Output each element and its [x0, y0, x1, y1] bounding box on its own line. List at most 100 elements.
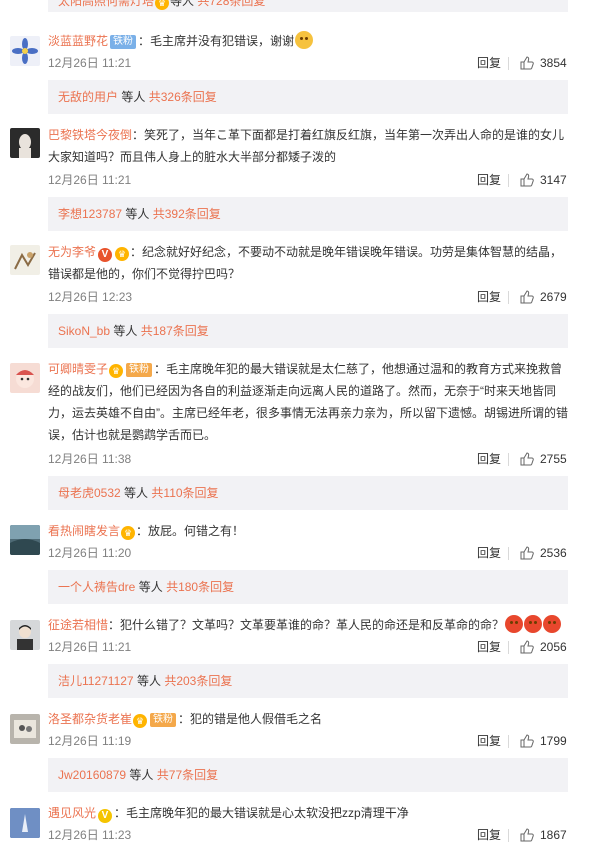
- avatar[interactable]: [10, 620, 40, 650]
- comment-user-link[interactable]: 征途若相惜: [48, 618, 108, 632]
- avatar[interactable]: [10, 245, 40, 275]
- thumbs-up-icon: [520, 290, 534, 304]
- reply-button[interactable]: 回复: [477, 733, 501, 749]
- replies-summary[interactable]: 一个人祷告dre 等人 共180条回复: [48, 570, 568, 604]
- like-button[interactable]: 1799: [520, 733, 567, 749]
- reply-user-link[interactable]: 李想123787: [58, 207, 122, 221]
- comment-text: 可卿晴雯子 ♛ 铁粉 ：毛主席晚年犯的最大错误就是太仁慈了，他想通过温和的教育方式来挽…: [48, 358, 570, 446]
- reply-button[interactable]: 回复: [477, 827, 501, 843]
- others-label: 等人: [138, 580, 163, 594]
- fan-badge: 铁粉: [110, 35, 137, 49]
- divider: [508, 453, 509, 466]
- crown-icon: ♛: [115, 247, 130, 261]
- like-button[interactable]: 1867: [520, 827, 567, 843]
- comment-user-link[interactable]: 遇见风光: [48, 806, 96, 820]
- reply-user-link[interactable]: 太阳高照何需灯塔: [58, 0, 154, 8]
- more-replies-link[interactable]: 共728条回复: [197, 0, 265, 8]
- comment-time: 12月26日 11:21: [48, 640, 132, 654]
- smile-emoji-icon: [295, 31, 314, 49]
- replies-summary[interactable]: 无敌的用户 等人 共326条回复: [48, 80, 568, 114]
- comment-body: ：毛主席并没有犯错误，谢谢: [138, 34, 295, 48]
- crown-icon: ♛: [133, 714, 148, 728]
- avatar[interactable]: [10, 525, 40, 555]
- replies-summary[interactable]: SikoN_bb 等人 共187条回复: [48, 314, 568, 348]
- comment-user-link[interactable]: 洛圣都杂货老崔: [48, 712, 132, 726]
- reply-user-link[interactable]: 母老虎0532: [58, 486, 121, 500]
- replies-summary[interactable]: Jw20160879 等人 共77条回复: [48, 758, 568, 792]
- comment-time: 12月26日 11:21: [48, 173, 132, 187]
- others-label: 等人: [121, 90, 146, 104]
- more-replies-link[interactable]: 共326条回复: [149, 90, 217, 104]
- like-button[interactable]: 3854: [520, 55, 567, 71]
- replies-summary[interactable]: 洁儿11271127 等人 共203条回复: [48, 664, 568, 698]
- reply-button[interactable]: 回复: [477, 289, 501, 305]
- angry-emoji-icon: [505, 615, 524, 633]
- like-count: 1867: [540, 828, 567, 842]
- thumbs-up-icon: [520, 546, 534, 560]
- reply-user-link[interactable]: 无敌的用户: [58, 90, 118, 104]
- avatar[interactable]: [10, 714, 40, 744]
- reply-button[interactable]: 回复: [477, 545, 501, 561]
- replies-summary[interactable]: 母老虎0532 等人 共110条回复: [48, 476, 568, 510]
- fan-badge: 铁粉: [126, 363, 153, 377]
- divider: [508, 641, 509, 654]
- fan-badge: 铁粉: [150, 713, 177, 727]
- crown-icon: ♛: [155, 0, 170, 10]
- like-count: 2056: [540, 640, 567, 654]
- like-button[interactable]: 2755: [520, 451, 567, 467]
- others-label: 等人: [129, 768, 154, 782]
- comment-user-link[interactable]: 无为李爷: [48, 245, 96, 259]
- comment-user-link[interactable]: 看热闹瞎发言: [48, 524, 120, 538]
- avatar[interactable]: [10, 808, 40, 838]
- reply-button[interactable]: 回复: [477, 172, 501, 188]
- like-button[interactable]: 2056: [520, 639, 567, 655]
- others-label: 等人: [136, 674, 161, 688]
- like-count: 1799: [540, 734, 567, 748]
- avatar[interactable]: [10, 128, 40, 158]
- avatar[interactable]: [10, 36, 40, 66]
- reply-user-link[interactable]: 洁儿11271127: [58, 674, 134, 688]
- more-replies-link[interactable]: 共180条回复: [166, 580, 234, 594]
- comment-body: ：放屁。何错之有！: [136, 524, 245, 538]
- thumbs-up-icon: [520, 173, 534, 187]
- crown-icon: ♛: [109, 364, 124, 378]
- reply-button[interactable]: 回复: [477, 639, 501, 655]
- divider: [508, 57, 509, 70]
- like-button[interactable]: 3147: [520, 172, 567, 188]
- reply-button[interactable]: 回复: [477, 451, 501, 467]
- like-button[interactable]: 2679: [520, 289, 567, 305]
- reply-user-link[interactable]: Jw20160879: [58, 768, 126, 782]
- comment-body: ：毛主席晚年犯的最大错误就是心太软没把zzp清理干净: [114, 806, 409, 820]
- comment-time: 12月26日 11:23: [48, 828, 132, 842]
- comment-user-link[interactable]: 巴黎铁塔今夜倒: [48, 128, 132, 142]
- reply-user-link[interactable]: SikoN_bb: [58, 324, 110, 338]
- more-replies-link[interactable]: 共77条回复: [157, 768, 218, 782]
- others-label: 等人: [170, 0, 195, 8]
- reply-user-link[interactable]: 一个人祷告dre: [58, 580, 135, 594]
- top-partial-replies[interactable]: 太阳高照何需灯塔 ♛ 等人 共728条回复: [48, 0, 568, 12]
- more-replies-link[interactable]: 共392条回复: [153, 207, 221, 221]
- more-replies-link[interactable]: 共110条回复: [151, 486, 218, 500]
- comment-user-link[interactable]: 可卿晴雯子: [48, 362, 108, 376]
- divider: [508, 174, 509, 187]
- comment-body: ：犯什么错了？文革吗？文革要革谁的命？革人民的命还是和反革命的命？: [108, 618, 505, 632]
- comment-text: 遇见风光 V ：毛主席晚年犯的最大错误就是心太软没把zzp清理干净: [48, 802, 570, 824]
- like-count: 2679: [540, 290, 567, 304]
- divider: [508, 829, 509, 842]
- comment-time: 12月26日 11:19: [48, 734, 132, 748]
- comment-text: 征途若相惜：犯什么错了？文革吗？文革要革谁的命？革人民的命还是和反革命的命？: [48, 614, 570, 636]
- reply-button[interactable]: 回复: [477, 55, 501, 71]
- replies-summary[interactable]: 李想123787 等人 共392条回复: [48, 197, 568, 231]
- avatar[interactable]: [10, 363, 40, 393]
- divider: [508, 291, 509, 304]
- like-count: 3854: [540, 56, 567, 70]
- thumbs-up-icon: [520, 734, 534, 748]
- comment-user-link[interactable]: 淡蓝蓝野花: [48, 34, 108, 48]
- like-button[interactable]: 2536: [520, 545, 567, 561]
- comment-time: 12月26日 12:23: [48, 290, 133, 304]
- like-count: 2536: [540, 546, 567, 560]
- divider: [508, 547, 509, 560]
- more-replies-link[interactable]: 共203条回复: [164, 674, 232, 688]
- thumbs-up-icon: [520, 56, 534, 70]
- more-replies-link[interactable]: 共187条回复: [141, 324, 209, 338]
